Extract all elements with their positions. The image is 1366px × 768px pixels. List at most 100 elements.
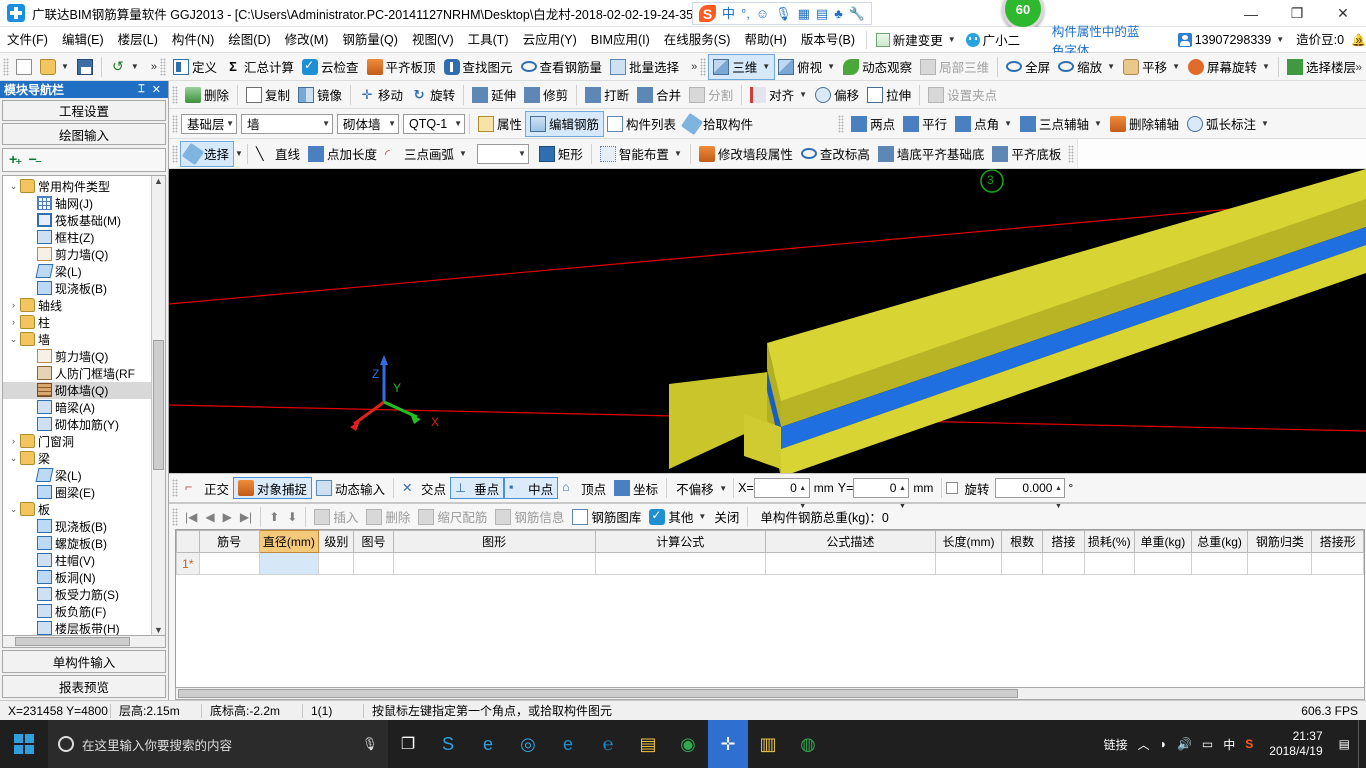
- undo-chevron-down-icon[interactable]: ▼: [131, 62, 139, 71]
- rebar-grid[interactable]: 筋号直径(mm)级别图号图形计算公式公式描述长度(mm)根数搭接损耗(%)单重(…: [175, 529, 1365, 687]
- toolbar-overflow-1-icon[interactable]: »: [151, 61, 157, 73]
- draw-toolbar-grip[interactable]: [172, 145, 178, 163]
- column-header-搭接[interactable]: 搭接: [1043, 531, 1084, 553]
- align-button[interactable]: 对齐▼: [746, 83, 811, 107]
- menu-file[interactable]: 文件(F): [0, 27, 55, 53]
- cell-单重(kg)[interactable]: [1135, 553, 1192, 575]
- cell-搭接形[interactable]: [1312, 553, 1364, 575]
- tree-item-梁[interactable]: ⌄梁: [3, 450, 151, 467]
- tree-item-板受力筋s[interactable]: 板受力筋(S): [3, 586, 151, 603]
- orbit-button[interactable]: 动态观察: [839, 55, 916, 79]
- vertex-snap-button[interactable]: ⌂顶点: [558, 477, 610, 499]
- column-header-总重(kg)[interactable]: 总重(kg): [1191, 531, 1248, 553]
- menu-rebar-qty[interactable]: 钢筋量(Q): [335, 27, 405, 53]
- menu-member[interactable]: 构件(N): [165, 27, 221, 53]
- tree-vertical-scrollbar[interactable]: ▲ ▼: [151, 176, 165, 635]
- tree-item-板[interactable]: ⌄板: [3, 501, 151, 518]
- cell-级别[interactable]: [319, 553, 354, 575]
- parallel-button[interactable]: 平行: [899, 112, 951, 136]
- remove-member-icon[interactable]: −₋: [29, 151, 41, 168]
- tree-item-砌体墙q[interactable]: 砌体墙(Q): [3, 382, 151, 399]
- modify-toolbar-grip[interactable]: [172, 86, 178, 104]
- column-header-长度(mm)[interactable]: 长度(mm): [936, 531, 1002, 553]
- tree-horizontal-scrollbar[interactable]: [2, 636, 166, 648]
- menu-overflow-icon[interactable]: »: [1355, 33, 1362, 47]
- define-button[interactable]: 定义: [169, 55, 221, 79]
- cloud-check-button[interactable]: 云检查: [298, 55, 363, 79]
- zoom-chevron-down-icon[interactable]: ▼: [1107, 62, 1115, 71]
- batch-select-button[interactable]: 批量选择: [606, 55, 683, 79]
- column-header-损耗(%)[interactable]: 损耗(%): [1084, 531, 1135, 553]
- chevron-up-icon[interactable]: ︿: [1138, 736, 1150, 753]
- rotate-button[interactable]: ↻旋转: [407, 83, 459, 107]
- break-button[interactable]: 打断: [581, 83, 633, 107]
- draw-mode-chevron-down-icon[interactable]: ▼: [518, 149, 526, 158]
- cell-钢筋归类[interactable]: [1248, 553, 1312, 575]
- arc-dimension-button[interactable]: 弧长标注▼: [1183, 112, 1273, 136]
- category-chevron-down-icon[interactable]: ▼: [322, 119, 330, 128]
- rectangle-button[interactable]: 矩形: [535, 142, 587, 166]
- start-button[interactable]: [0, 720, 48, 768]
- column-header-公式描述[interactable]: 公式描述: [765, 531, 935, 553]
- battery-icon[interactable]: ▭: [1202, 737, 1213, 751]
- toolbar-overflow-2-icon[interactable]: »: [691, 61, 697, 73]
- account-chevron-down-icon[interactable]: ▼: [1276, 35, 1284, 44]
- draw-input-button[interactable]: 绘图输入: [2, 123, 166, 144]
- property-button[interactable]: 属性: [474, 112, 526, 136]
- close-button[interactable]: ✕: [1320, 0, 1366, 27]
- tree-item-人防门框墙rf[interactable]: 人防门框墙(RF: [3, 365, 151, 382]
- table-row[interactable]: 1*: [177, 553, 1364, 575]
- member-toolbar-grip[interactable]: [172, 115, 178, 133]
- ime-mic-icon[interactable]: 🎙: [775, 7, 792, 20]
- tree-item-剪力墙q[interactable]: 剪力墙(Q): [3, 348, 151, 365]
- type-select[interactable]: 砌体墙▼: [337, 114, 399, 134]
- align-chevron-down-icon[interactable]: ▼: [799, 90, 807, 99]
- member-select[interactable]: QTQ-1▼: [403, 114, 465, 134]
- select-tool-button[interactable]: 选择: [181, 142, 233, 166]
- project-settings-button[interactable]: 工程设置: [2, 100, 166, 121]
- toolbar-grip[interactable]: [3, 58, 9, 76]
- new-file-button[interactable]: [12, 55, 36, 79]
- draw-toolbar-grip-2[interactable]: [1068, 145, 1074, 163]
- column-header-图号[interactable]: 图号: [354, 531, 393, 553]
- column-header-图形[interactable]: 图形: [393, 531, 595, 553]
- scroll-down-icon[interactable]: ▼: [154, 625, 163, 635]
- cell-根数[interactable]: [1002, 553, 1043, 575]
- first-record-button[interactable]: |◀: [181, 506, 201, 527]
- find-element-button[interactable]: 查找图元: [440, 55, 517, 79]
- last-record-button[interactable]: ▶|: [236, 506, 256, 527]
- tree-item-轴线[interactable]: ›轴线: [3, 297, 151, 314]
- offset-mode-chevron-down-icon[interactable]: ▼: [719, 484, 727, 493]
- menu-version[interactable]: 版本号(B): [794, 27, 862, 53]
- tree-twisty-icon[interactable]: ⌄: [7, 181, 20, 192]
- tray-ime-label[interactable]: 中: [1223, 736, 1235, 753]
- arc-dimension-chevron-down-icon[interactable]: ▼: [1261, 119, 1269, 128]
- tree-item-梁l[interactable]: 梁(L): [3, 467, 151, 484]
- point-length-button[interactable]: 点加长度: [304, 142, 381, 166]
- menu-tools[interactable]: 工具(T): [461, 27, 516, 53]
- column-header-钢筋归类[interactable]: 钢筋归类: [1248, 531, 1312, 553]
- member-list-button[interactable]: 构件列表: [603, 112, 680, 136]
- stretch-button[interactable]: 拉伸: [863, 83, 915, 107]
- pan-chevron-down-icon[interactable]: ▼: [1172, 62, 1180, 71]
- category-select[interactable]: 墙▼: [241, 114, 333, 134]
- open-chevron-down-icon[interactable]: ▼: [61, 62, 69, 71]
- delete-axis-button[interactable]: 删除辅轴: [1106, 112, 1183, 136]
- move-down-button[interactable]: ⬇: [283, 506, 301, 527]
- cell-计算公式[interactable]: [595, 553, 765, 575]
- wifi-icon[interactable]: ◗: [1160, 737, 1167, 751]
- menu-bim-app[interactable]: BIM应用(I): [584, 27, 657, 53]
- move-button[interactable]: ✛移动: [355, 83, 407, 107]
- floor-chevron-down-icon[interactable]: ▼: [226, 119, 234, 128]
- point-angle-chevron-down-icon[interactable]: ▼: [1004, 119, 1012, 128]
- column-header-计算公式[interactable]: 计算公式: [595, 531, 765, 553]
- undo-button[interactable]: ↺▼: [106, 55, 143, 79]
- pan-button[interactable]: 平移▼: [1119, 55, 1184, 79]
- floor-select[interactable]: 基础层▼: [181, 114, 237, 134]
- rebar-library-button[interactable]: 钢筋图库: [568, 506, 645, 527]
- open-file-button[interactable]: ▼: [36, 55, 73, 79]
- type-chevron-down-icon[interactable]: ▼: [388, 119, 396, 128]
- tree-item-常用构件类型[interactable]: ⌄常用构件类型: [3, 178, 151, 195]
- merge-button[interactable]: 合并: [633, 83, 685, 107]
- tree-twisty-icon[interactable]: ⌄: [7, 504, 20, 515]
